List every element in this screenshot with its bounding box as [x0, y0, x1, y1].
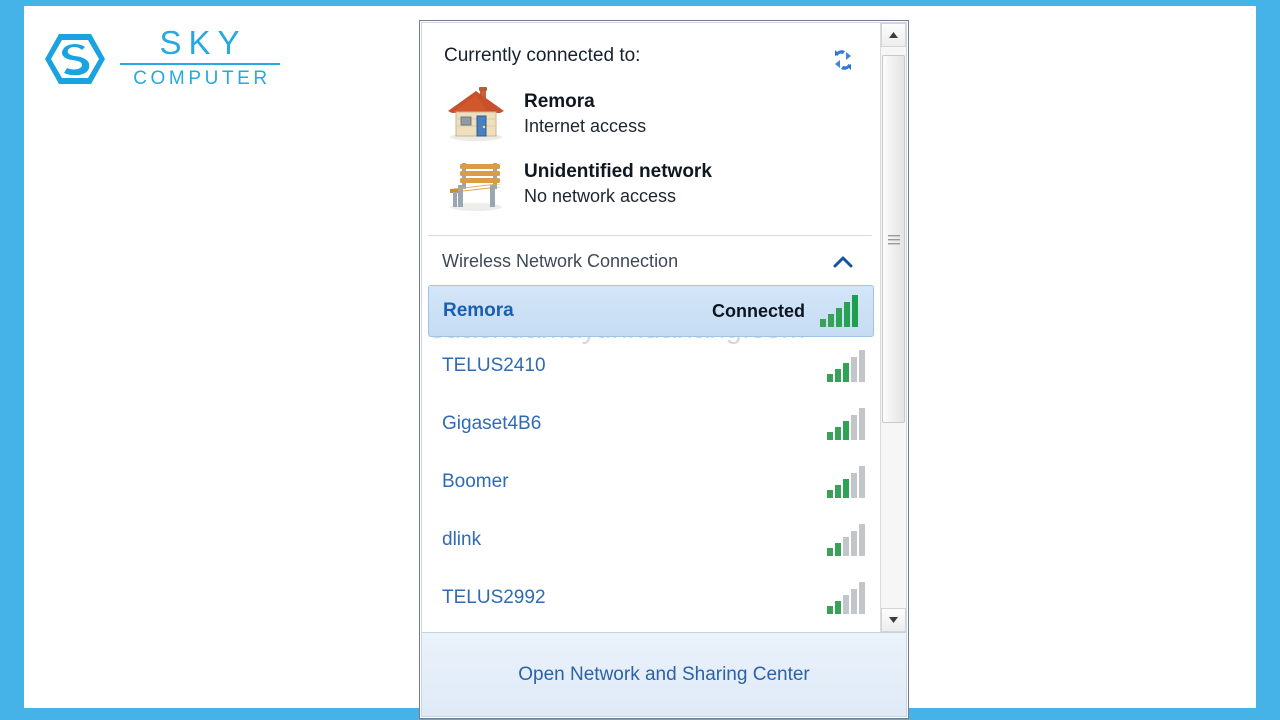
screenshot-root: SKY COMPUTER suachuamaytinhdanang.com Cu… [0, 0, 1280, 720]
brand-name-primary: SKY [159, 24, 247, 61]
network-ssid: Boomer [442, 471, 509, 492]
currently-connected-title: Currently connected to: [444, 45, 641, 66]
connection-access-status: No network access [524, 185, 677, 206]
chevron-up-icon[interactable] [832, 255, 854, 269]
connection-access-status: Internet access [524, 115, 647, 136]
network-list-viewport: suachuamaytinhdanang.com Currently conne… [422, 23, 880, 632]
network-ssid: Gigaset4B6 [442, 413, 542, 434]
network-list-item-telus2992[interactable]: TELUS2992 [422, 569, 880, 627]
scrollable-region: suachuamaytinhdanang.com Currently conne… [422, 23, 906, 632]
signal-strength-icon [826, 523, 870, 557]
brand-name-secondary: COMPUTER [133, 68, 271, 89]
public-network-bench-icon [444, 155, 508, 213]
network-ssid: dlink [442, 529, 482, 550]
network-list-item-telus2410[interactable]: TELUS2410 [422, 337, 880, 395]
current-connection-item[interactable]: Remora Internet access [422, 85, 880, 143]
network-flyout-body: suachuamaytinhdanang.com Currently conne… [421, 22, 907, 717]
sky-hexagon-s-logo-icon [42, 26, 108, 97]
brand-logo: SKY COMPUTER [42, 24, 282, 96]
network-ssid: TELUS2992 [442, 587, 546, 608]
connection-name: Remora [524, 91, 595, 113]
scroll-down-arrow-icon[interactable] [881, 608, 906, 632]
connection-name: Unidentified network [524, 161, 712, 183]
signal-strength-icon [819, 294, 863, 328]
network-connection-status: Connected [711, 300, 805, 321]
wireless-network-list: Remora Connected TELUS2410 Gigaset4B6 Bo… [422, 285, 880, 627]
signal-strength-icon [826, 465, 870, 499]
network-ssid: Remora [443, 300, 514, 321]
flyout-footer: Open Network and Sharing Center [422, 632, 906, 716]
brand-wordmark: SKY COMPUTER [120, 24, 280, 90]
vertical-scrollbar[interactable] [880, 23, 906, 632]
home-network-house-icon [444, 85, 508, 143]
signal-strength-icon [826, 349, 870, 383]
network-list-item-remora[interactable]: Remora Connected [428, 285, 874, 337]
scroll-up-arrow-icon[interactable] [881, 23, 906, 47]
current-connection-item[interactable]: Unidentified network No network access [422, 155, 880, 213]
wireless-connection-header[interactable]: Wireless Network Connection [422, 236, 880, 285]
network-list-item-dlink[interactable]: dlink [422, 511, 880, 569]
scrollbar-thumb[interactable] [882, 55, 905, 423]
network-list-item-boomer[interactable]: Boomer [422, 453, 880, 511]
open-network-sharing-center-link[interactable]: Open Network and Sharing Center [518, 664, 810, 686]
brand-divider-rule [120, 63, 280, 65]
scroll-grip-icon [887, 233, 900, 245]
network-list-item-gigaset4b6[interactable]: Gigaset4B6 [422, 395, 880, 453]
network-ssid: TELUS2410 [442, 355, 546, 376]
network-flyout-window: suachuamaytinhdanang.com Currently conne… [419, 20, 909, 719]
scrollbar-track[interactable] [881, 47, 906, 608]
page-canvas: SKY COMPUTER suachuamaytinhdanang.com Cu… [24, 6, 1256, 719]
signal-strength-icon [826, 581, 870, 615]
signal-strength-icon [826, 407, 870, 441]
refresh-icon[interactable] [830, 47, 856, 73]
currently-connected-header: Currently connected to: [422, 23, 880, 73]
wireless-connection-label: Wireless Network Connection [442, 251, 679, 271]
